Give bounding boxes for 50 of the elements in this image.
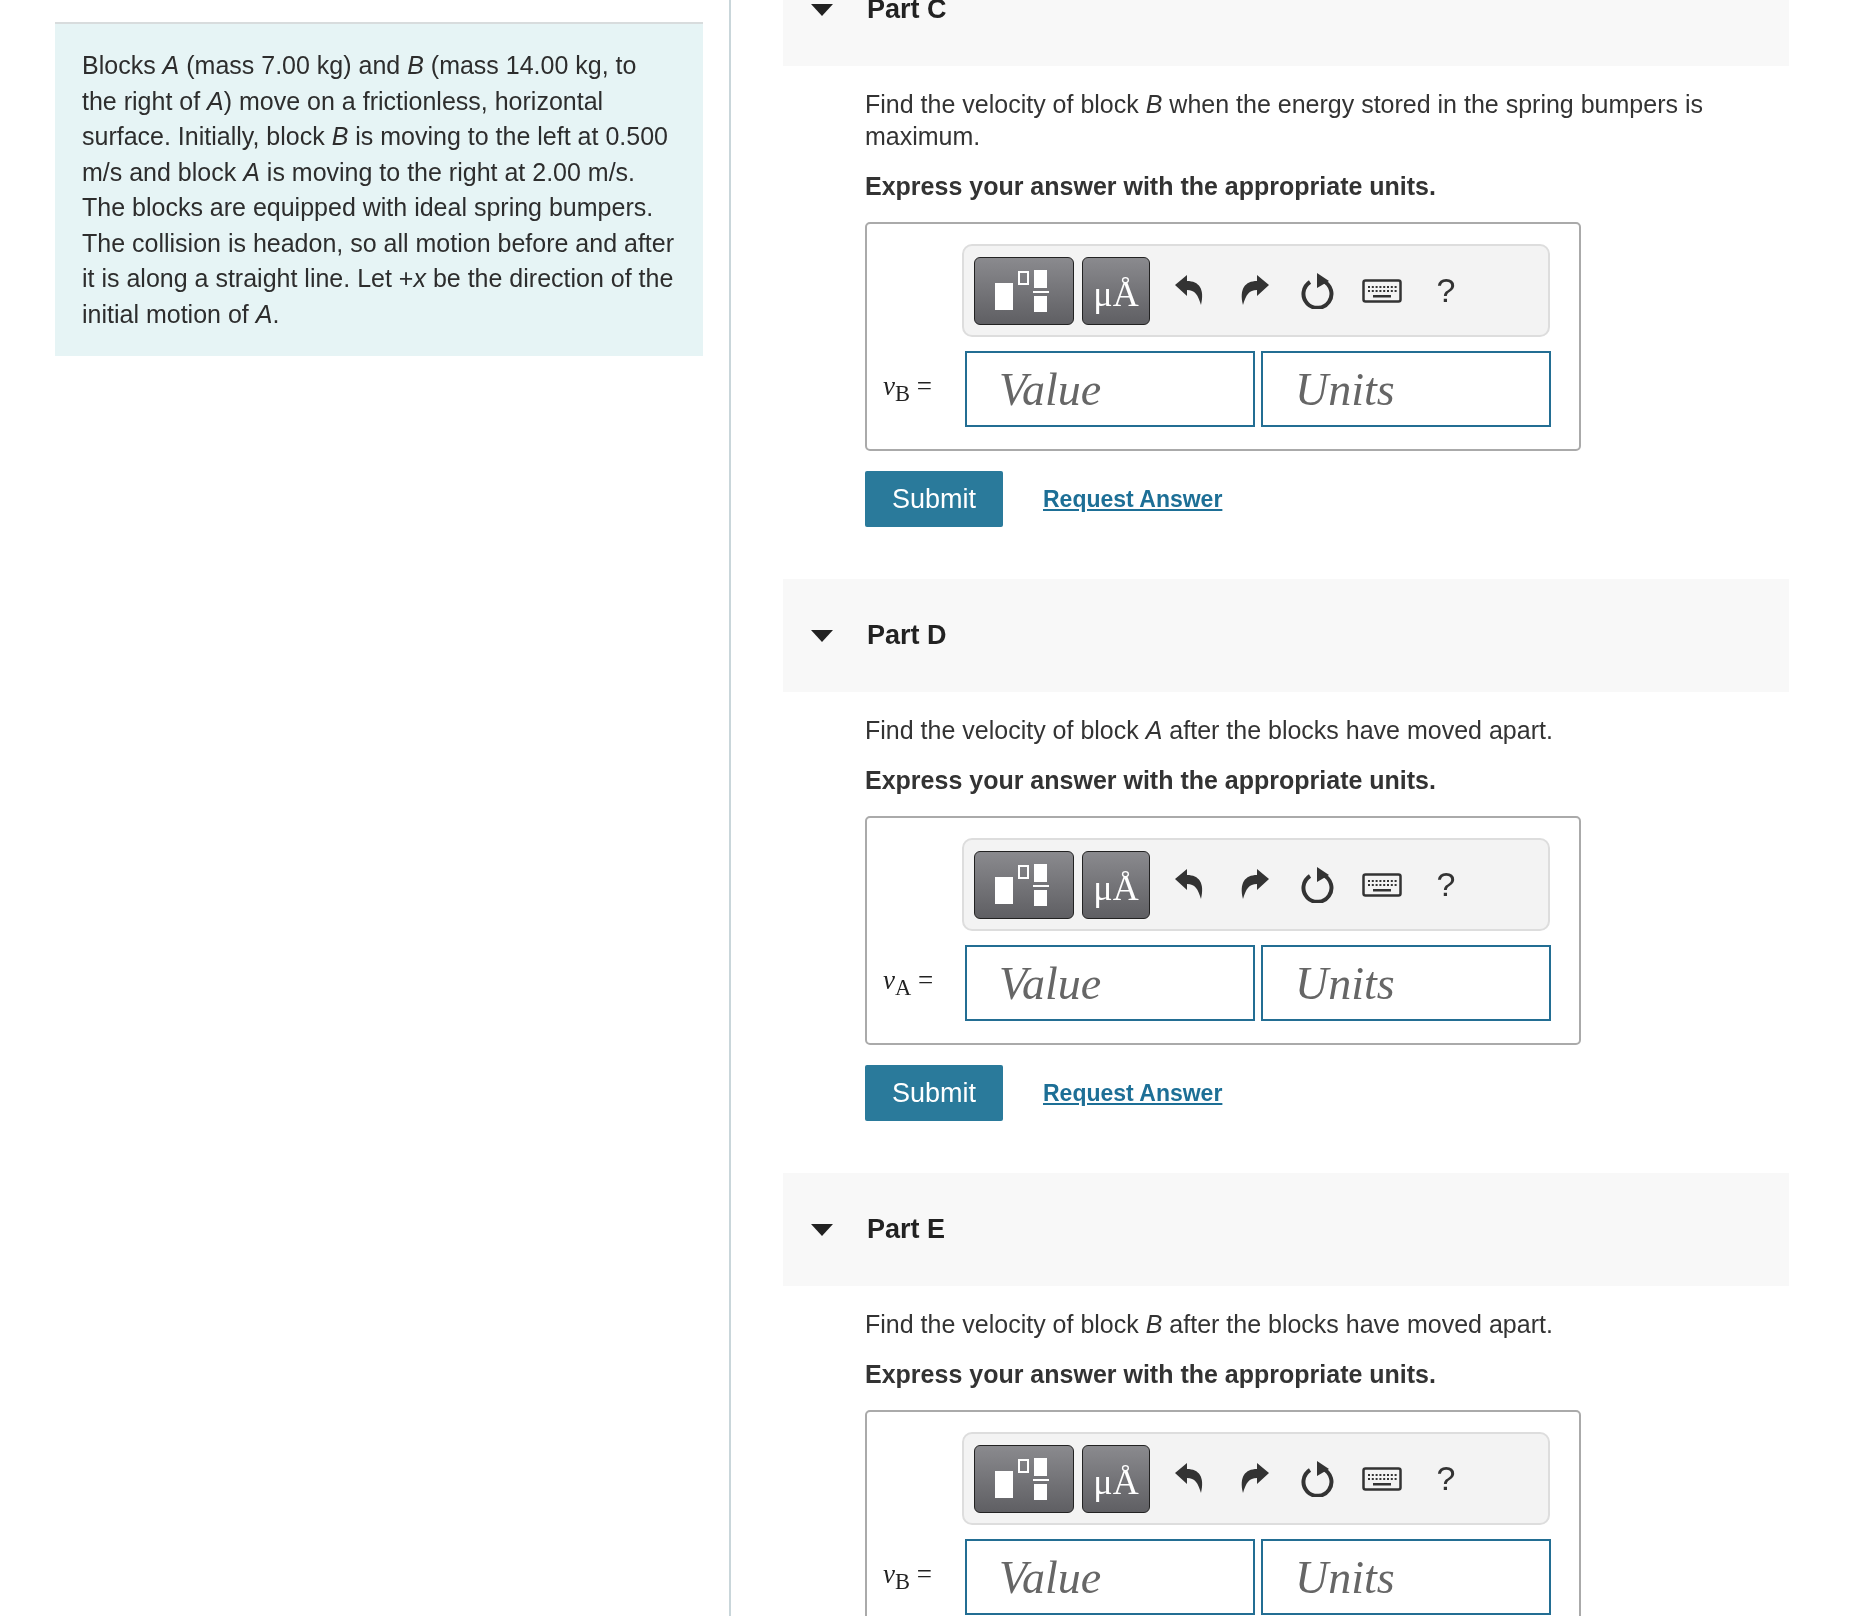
- value-field[interactable]: Value: [965, 945, 1255, 1021]
- redo-icon: [1239, 274, 1269, 307]
- part-header[interactable]: Part D: [783, 579, 1789, 692]
- part-header[interactable]: Part C: [783, 0, 1789, 66]
- submit-button[interactable]: Submit: [865, 471, 1003, 527]
- value-field[interactable]: Value: [965, 351, 1255, 427]
- reset-icon: [1301, 866, 1335, 903]
- caret-icon[interactable]: [811, 3, 833, 16]
- problem-text: Blocks A (mass 7.00 kg) and B (mass 14.00 kg, to the right of A) move on a frictionless, horizontal surface. Initially, block B is moving to the left at 0.500 m/s and block A is moving to the right at 2.00 m/s. The blocks are equipped with ideal spring bumpers. The collision is headon, so all motion before and after it is along a straight line. Let +x be the direction of the initial motion of A.: [82, 50, 676, 330]
- instruction-text: Express your answer with the appropriate units.: [865, 171, 1437, 202]
- units-field[interactable]: Units: [1261, 945, 1551, 1021]
- answer-label: v$_{A}$ =: [883, 964, 935, 1002]
- symbols-button[interactable]: μÅ: [1082, 1444, 1150, 1513]
- instruction-text: Express your answer with the appropriate units.: [865, 1359, 1437, 1390]
- reset-icon: [1301, 272, 1335, 309]
- help-button[interactable]: ?: [1414, 271, 1478, 310]
- submit-button[interactable]: Submit: [865, 1065, 1003, 1121]
- request-answer-link[interactable]: Request Answer: [1043, 1079, 1223, 1107]
- templates-button[interactable]: [974, 1444, 1074, 1513]
- keyboard-icon: [1362, 872, 1402, 897]
- redo-icon: [1239, 868, 1269, 901]
- undo-icon: [1175, 274, 1205, 307]
- help-button[interactable]: ?: [1414, 865, 1478, 904]
- value-field[interactable]: Value: [965, 1539, 1255, 1615]
- keyboard-icon: [1362, 278, 1402, 303]
- undo-icon: [1175, 1462, 1205, 1495]
- part-title: Part E: [867, 1214, 946, 1245]
- question-text: Find the velocity of block B after the blocks have moved apart.: [865, 1309, 1554, 1340]
- part-header[interactable]: Part E: [783, 1173, 1789, 1286]
- caret-icon[interactable]: [811, 1223, 833, 1236]
- answer-label: v$_{B}$ =: [883, 1558, 933, 1596]
- undo-icon: [1175, 868, 1205, 901]
- question-text: Find the velocity of block B when the energy stored in the spring bumpers is maximum.: [865, 89, 1704, 152]
- symbols-button[interactable]: μÅ: [1082, 850, 1150, 919]
- answer-label: v$_{B}$ =: [883, 370, 933, 408]
- request-answer-link[interactable]: Request Answer: [1043, 485, 1223, 513]
- instruction-text: Express your answer with the appropriate units.: [865, 765, 1437, 796]
- help-button[interactable]: ?: [1414, 1459, 1478, 1498]
- units-field[interactable]: Units: [1261, 351, 1551, 427]
- symbols-button[interactable]: μÅ: [1082, 256, 1150, 325]
- units-field[interactable]: Units: [1261, 1539, 1551, 1615]
- caret-icon[interactable]: [811, 629, 833, 642]
- question-text: Find the velocity of block A after the blocks have moved apart.: [865, 715, 1554, 746]
- keyboard-icon: [1362, 1466, 1402, 1491]
- part-title: Part C: [867, 0, 947, 25]
- part-title: Part D: [867, 620, 947, 651]
- redo-icon: [1239, 1462, 1269, 1495]
- templates-button[interactable]: [974, 256, 1074, 325]
- templates-button[interactable]: [974, 850, 1074, 919]
- reset-icon: [1301, 1460, 1335, 1497]
